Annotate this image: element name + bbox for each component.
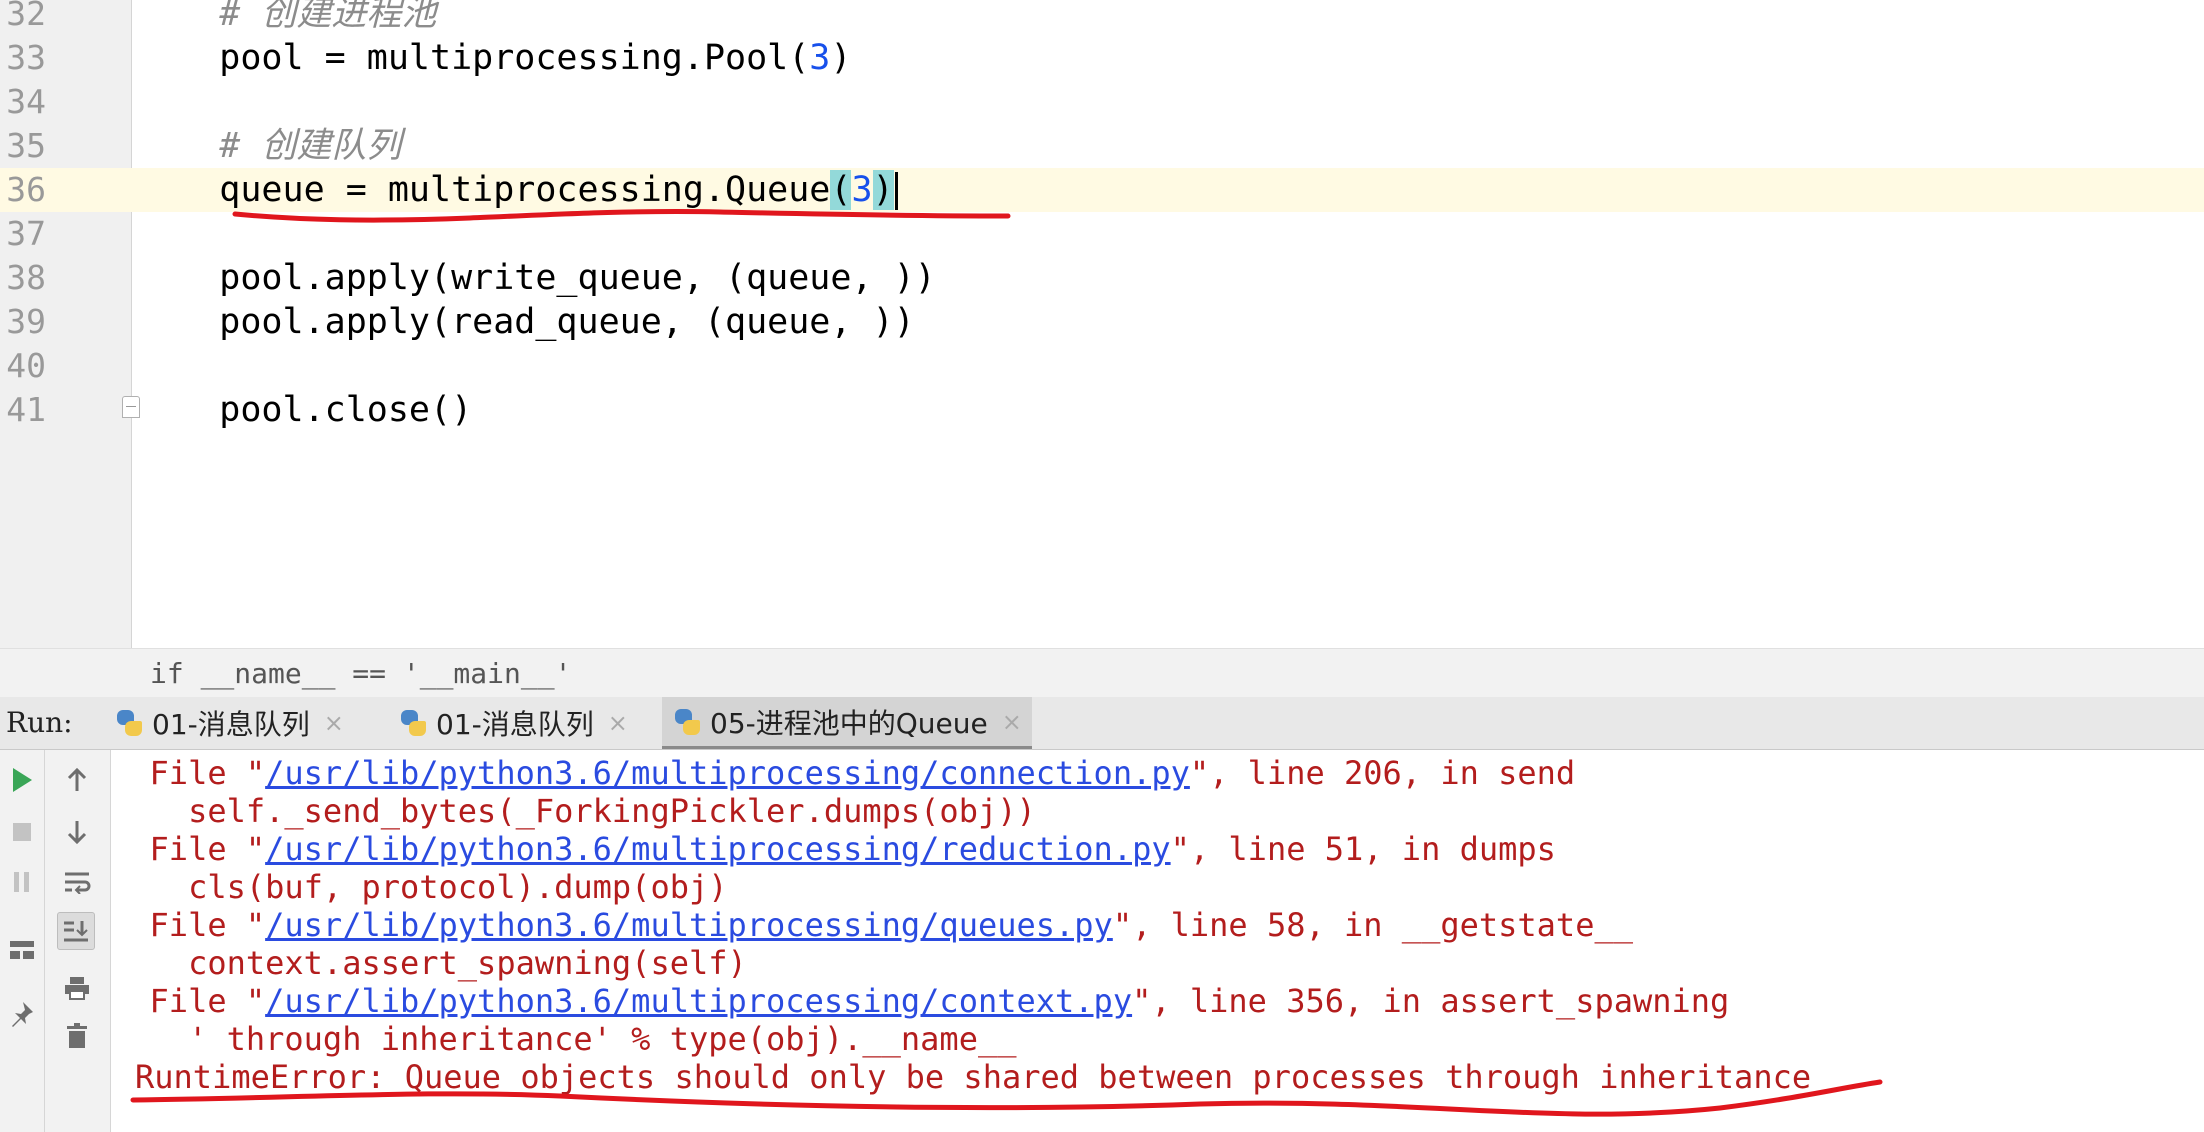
code-text[interactable]: pool = multiprocessing.Pool(3) <box>135 40 851 76</box>
python-file-icon <box>672 707 702 737</box>
code-number: 3 <box>851 170 873 210</box>
line-number: 38 <box>6 258 46 297</box>
line-number: 34 <box>6 82 46 121</box>
close-icon[interactable]: × <box>1002 708 1022 736</box>
traceback-text: File " <box>111 830 266 868</box>
traceback-text: File " <box>111 982 266 1020</box>
traceback-line: File "/usr/lib/python3.6/multiprocessing… <box>111 906 1633 944</box>
run-tab-label: 01-消息队列 <box>152 708 310 741</box>
code-text[interactable]: queue = multiprocessing.Queue(3) <box>135 170 898 210</box>
code-text[interactable]: # 创建队列 <box>135 128 401 164</box>
close-icon[interactable]: × <box>608 709 628 737</box>
error-message: RuntimeError: Queue objects should only … <box>135 1058 1811 1096</box>
traceback-text: cls(buf, protocol).dump(obj) <box>111 868 728 906</box>
file-link[interactable]: /usr/lib/python3.6/multiprocessing/queue… <box>265 906 1113 944</box>
line-number: 37 <box>6 214 46 253</box>
fold-marker-icon[interactable] <box>122 396 140 418</box>
traceback-text: File " <box>111 754 266 792</box>
code-token: ) <box>830 38 852 78</box>
trash-icon[interactable] <box>59 1018 95 1054</box>
run-tab-label: 01-消息队列 <box>436 708 594 741</box>
code-token: pool.close() <box>135 390 473 430</box>
code-token: pool = multiprocessing.Pool( <box>135 38 810 78</box>
code-line[interactable]: 38 pool.apply(write_queue, (queue, )) <box>0 256 2204 300</box>
scroll-to-end-icon[interactable] <box>57 912 95 950</box>
code-line-current[interactable]: 36 queue = multiprocessing.Queue(3) <box>0 168 2204 212</box>
up-arrow-icon[interactable] <box>59 762 95 798</box>
line-number: 40 <box>6 346 46 385</box>
run-tab-label: 05-进程池中的Queue <box>710 706 988 740</box>
code-comment: # 创建进程池 <box>135 0 437 34</box>
code-line[interactable]: 35 # 创建队列 <box>0 124 2204 168</box>
code-line[interactable]: 41 pool.close() <box>0 388 2204 432</box>
line-number: 33 <box>6 38 46 77</box>
python-file-icon <box>114 708 144 738</box>
run-tab-2[interactable]: 01-消息队列 × <box>388 697 638 749</box>
line-number: 32 <box>6 0 46 33</box>
traceback-line: self._send_bytes(_ForkingPickler.dumps(o… <box>111 792 1036 830</box>
close-icon[interactable]: × <box>324 709 344 737</box>
traceback-location: ", line 356, in assert_spawning <box>1132 982 1730 1020</box>
stop-icon[interactable] <box>4 814 40 850</box>
run-toolbar-left <box>0 750 45 1132</box>
code-token: queue = multiprocessing.Queue <box>135 170 831 210</box>
text-caret <box>894 172 898 210</box>
traceback-location: ", line 58, in __getstate__ <box>1112 906 1633 944</box>
traceback-text: self._send_bytes(_ForkingPickler.dumps(o… <box>111 792 1036 830</box>
line-number: 41 <box>6 390 46 429</box>
run-tab-3-active[interactable]: 05-进程池中的Queue × <box>662 697 1032 749</box>
traceback-line: cls(buf, protocol).dump(obj) <box>111 868 728 906</box>
traceback-text: File " <box>111 906 266 944</box>
code-line[interactable]: 39 pool.apply(read_queue, (queue, )) <box>0 300 2204 344</box>
soft-wrap-icon[interactable] <box>59 864 95 900</box>
code-line[interactable]: 37 <box>0 212 2204 256</box>
traceback-text: context.assert_spawning(self) <box>111 944 747 982</box>
traceback-line: ' through inheritance' % type(obj).__nam… <box>111 1020 1016 1058</box>
code-line[interactable]: 32 # 创建进程池 <box>0 0 2204 36</box>
breadcrumb: if __name__ == '__main__' <box>0 648 2204 698</box>
traceback-line: context.assert_spawning(self) <box>111 944 747 982</box>
run-icon[interactable] <box>4 762 40 798</box>
code-editor[interactable]: 32 # 创建进程池 33 pool = multiprocessing.Pool… <box>0 0 2204 648</box>
pause-icon[interactable] <box>4 864 40 900</box>
code-token: ) <box>872 170 894 210</box>
run-tab-1[interactable]: 01-消息队列 × <box>104 697 354 749</box>
print-icon[interactable] <box>59 970 95 1006</box>
traceback-line: File "/usr/lib/python3.6/multiprocessing… <box>111 754 1576 792</box>
line-number: 36 <box>6 170 46 209</box>
python-file-icon <box>398 708 428 738</box>
code-token: pool.apply(read_queue, (queue, )) <box>135 302 915 342</box>
code-token: ( <box>830 170 852 210</box>
pin-icon[interactable] <box>4 996 40 1032</box>
traceback-line: File "/usr/lib/python3.6/multiprocessing… <box>111 982 1730 1020</box>
traceback-location: ", line 51, in dumps <box>1170 830 1556 868</box>
code-text[interactable]: # 创建进程池 <box>135 0 436 32</box>
code-text[interactable]: pool.apply(write_queue, (queue, )) <box>135 258 936 298</box>
traceback-line: File "/usr/lib/python3.6/multiprocessing… <box>111 830 1556 868</box>
code-line[interactable]: 33 pool = multiprocessing.Pool(3) <box>0 36 2204 80</box>
run-label: Run: <box>6 706 73 739</box>
traceback-location: ", line 206, in send <box>1189 754 1576 792</box>
line-number: 35 <box>6 126 46 165</box>
layout-icon[interactable] <box>4 932 40 968</box>
code-text[interactable]: pool.close() <box>135 392 472 428</box>
run-tab-bar: Run: 01-消息队列 × 01-消息队列 × 05-进程池中的Queue × <box>0 697 2204 750</box>
code-comment: # 创建队列 <box>135 126 402 166</box>
code-text[interactable]: pool.apply(read_queue, (queue, )) <box>135 302 915 342</box>
code-line[interactable]: 40 <box>0 344 2204 388</box>
line-number: 39 <box>6 302 46 341</box>
code-line[interactable]: 34 <box>0 80 2204 124</box>
down-arrow-icon[interactable] <box>59 814 95 850</box>
breadcrumb-item[interactable]: if __name__ == '__main__' <box>150 657 571 690</box>
file-link[interactable]: /usr/lib/python3.6/multiprocessing/reduc… <box>265 830 1170 868</box>
traceback-text: ' through inheritance' % type(obj).__nam… <box>111 1020 1017 1058</box>
file-link[interactable]: /usr/lib/python3.6/multiprocessing/conne… <box>265 754 1190 792</box>
code-number: 3 <box>809 38 831 78</box>
console-output[interactable]: File "/usr/lib/python3.6/multiprocessing… <box>111 750 2204 1132</box>
traceback-text: RuntimeError: Queue objects should only … <box>135 1058 1812 1096</box>
run-toolbar-right <box>45 750 111 1132</box>
code-token: pool.apply(write_queue, (queue, )) <box>135 258 936 298</box>
file-link[interactable]: /usr/lib/python3.6/multiprocessing/conte… <box>265 982 1132 1020</box>
